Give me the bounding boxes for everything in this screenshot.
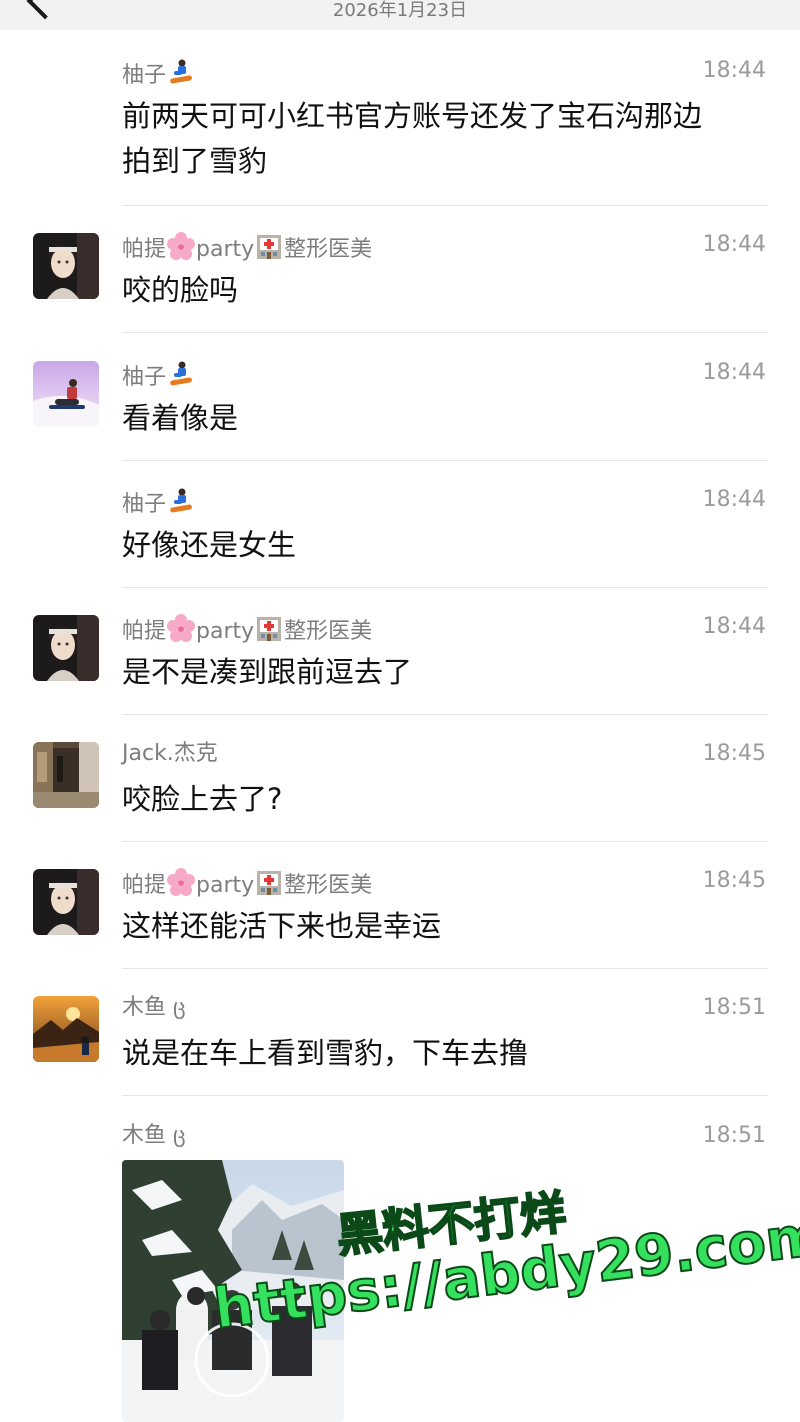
hallway-photo-avatar-icon [33, 742, 99, 808]
message-time: 18:44 [702, 58, 766, 83]
sender-name-text: 木鱼 [122, 1123, 167, 1148]
hospital-icon [255, 868, 283, 903]
chat-screen: 2026年1月23日 柚子 18:44 前两天可可小红书官方账号还发了宝石沟那边… [0, 0, 800, 1422]
message-time: 18:45 [702, 868, 766, 893]
message-text[interactable]: 前两天可可小红书官方账号还发了宝石沟那边 拍到了雪豹 [122, 94, 772, 184]
sender-name-text: 柚子 [122, 492, 167, 517]
sender-name-text: 木鱼 [122, 995, 167, 1020]
woman-portrait-avatar-icon [33, 615, 99, 681]
message-text[interactable]: 这样还能活下来也是幸运 [122, 904, 772, 949]
message-text[interactable]: 看着像是 [122, 396, 772, 441]
message-divider [122, 968, 768, 969]
sender-name-text: 帕提 [122, 237, 167, 262]
cherry-blossom-icon [167, 614, 196, 649]
message-time: 18:44 [702, 614, 766, 639]
woman-portrait-avatar-icon [33, 233, 99, 299]
avatar[interactable] [33, 869, 99, 935]
sender-name-text: 帕提 [122, 619, 167, 644]
mountain-sunset-photo-avatar-icon [33, 996, 99, 1062]
sender-suffix-text: party [196, 619, 255, 644]
cherry-blossom-icon [167, 868, 196, 903]
message-divider [122, 1095, 768, 1096]
message-time: 18:45 [702, 741, 766, 766]
sender-suffix-text: party [196, 873, 255, 898]
sender-name[interactable]: 木鱼 ც [122, 1123, 186, 1149]
message-divider [122, 841, 768, 842]
message-text[interactable]: 咬的脸吗 [122, 268, 772, 313]
sender-suffix-text: party [196, 237, 255, 262]
top-bar: 2026年1月23日 [0, 0, 800, 30]
message-divider [122, 714, 768, 715]
message-time: 18:44 [702, 232, 766, 257]
avatar[interactable] [33, 615, 99, 681]
sender-name-text: 帕提 [122, 873, 167, 898]
sender-name[interactable]: 木鱼 ც [122, 995, 186, 1021]
sender-name-text: 柚子 [122, 365, 167, 390]
sender-name-text: 柚子 [122, 63, 167, 88]
woman-portrait-avatar-icon [33, 869, 99, 935]
sender-name[interactable]: 柚子 [122, 58, 196, 93]
message-text[interactable]: 咬脸上去了? [122, 777, 772, 822]
sender-name[interactable]: 柚子 [122, 360, 196, 395]
sender-name[interactable]: Jack.杰克 [122, 741, 218, 767]
message-time: 18:51 [702, 995, 766, 1020]
cherry-blossom-icon [167, 232, 196, 267]
message-text[interactable]: 是不是凑到跟前逗去了 [122, 650, 772, 695]
hospital-icon [255, 232, 283, 267]
sender-suffix-text: 整形医美 [284, 237, 373, 262]
sender-name[interactable]: 柚子 [122, 487, 196, 522]
message-divider [122, 205, 768, 206]
message-text[interactable]: 好像还是女生 [122, 523, 772, 568]
sender-suffix-text: ც [173, 1123, 186, 1148]
message-divider [122, 332, 768, 333]
snowboarder-photo-avatar-icon [33, 361, 99, 427]
snowboarder-icon [167, 487, 195, 522]
sender-suffix-text: 整形医美 [284, 619, 373, 644]
message-time: 18:44 [702, 360, 766, 385]
hospital-icon [255, 614, 283, 649]
message-time: 18:44 [702, 487, 766, 512]
sender-suffix-text: 整形医美 [284, 873, 373, 898]
sender-name[interactable]: 帕提 party 整形医美 [122, 868, 372, 903]
date-header: 2026年1月23日 [332, 0, 468, 21]
avatar[interactable] [33, 361, 99, 427]
snowboarder-icon [167, 360, 195, 395]
sender-suffix-text: ც [173, 995, 186, 1020]
avatar[interactable] [33, 996, 99, 1062]
sender-name[interactable]: 帕提 party 整形医美 [122, 232, 372, 267]
sender-name[interactable]: 帕提 party 整形医美 [122, 614, 372, 649]
snowboarder-icon [167, 58, 195, 93]
message-divider [122, 587, 768, 588]
message-time: 18:51 [702, 1123, 766, 1148]
avatar[interactable] [33, 233, 99, 299]
message-divider [122, 460, 768, 461]
avatar[interactable] [33, 742, 99, 808]
message-text[interactable]: 说是在车上看到雪豹，下车去撸 [122, 1031, 772, 1076]
